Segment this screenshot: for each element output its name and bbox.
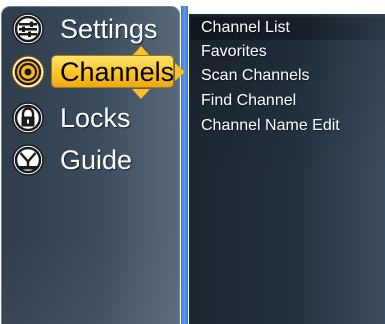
menu-item-channels[interactable]: Channels: [0, 0, 190, 100]
menu-label-locks: Locks: [60, 103, 131, 133]
menu-label-channels: Channels: [60, 57, 175, 87]
submenu-arrow-icon[interactable]: [175, 63, 185, 81]
guide-dish-icon: [12, 144, 44, 176]
antenna-broadcast-icon: [11, 55, 45, 89]
submenu-item-channel-list[interactable]: Channel List: [201, 18, 290, 38]
menu-item-locks[interactable]: Locks: [0, 99, 180, 137]
menu-item-guide[interactable]: Guide: [0, 141, 180, 179]
scroll-down-arrow-icon[interactable]: [132, 89, 150, 99]
submenu-item-find-channel[interactable]: Find Channel: [201, 91, 296, 111]
submenu-item-channel-name-edit[interactable]: Channel Name Edit: [201, 116, 340, 136]
menu-label-guide: Guide: [60, 145, 133, 175]
lock-icon: [12, 102, 44, 134]
submenu-item-scan-channels[interactable]: Scan Channels: [201, 66, 310, 86]
submenu-item-favorites[interactable]: Favorites: [201, 42, 267, 62]
